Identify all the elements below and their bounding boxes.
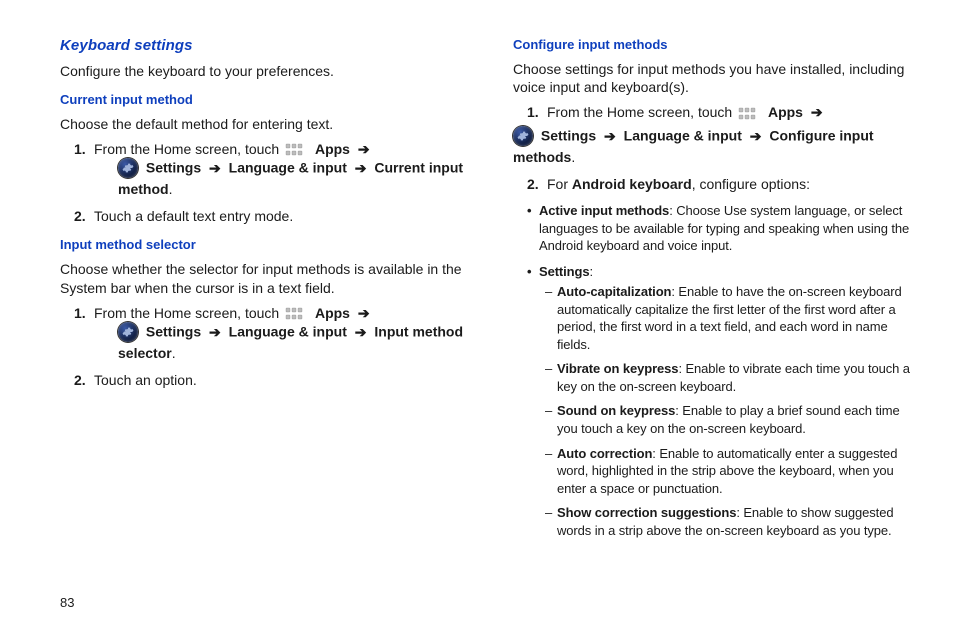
step-text: From the Home screen, touch xyxy=(94,305,283,321)
bold-text: Android keyboard xyxy=(572,176,692,192)
apps-icon xyxy=(285,307,307,321)
list-item: Active input methods: Choose Use system … xyxy=(527,202,918,255)
arrow-icon: ➔ xyxy=(209,160,221,176)
step-item: Touch a default text entry mode. xyxy=(74,207,465,226)
step-continuation: Settings ➔ Language & input ➔ Current in… xyxy=(118,158,465,199)
steps-list: From the Home screen, touch Apps ➔ Setti… xyxy=(60,304,465,391)
settings-label: Settings xyxy=(146,324,201,340)
section-intro: Configure the keyboard to your preferenc… xyxy=(60,62,465,81)
dash-list: Auto-capitalization: Enable to have the … xyxy=(539,283,918,539)
bullet-label: Settings xyxy=(539,264,589,279)
settings-label: Settings xyxy=(541,128,596,144)
subheading-intro: Choose whether the selector for input me… xyxy=(60,260,465,298)
period: . xyxy=(571,149,575,165)
gear-icon xyxy=(513,126,533,146)
arrow-icon: ➔ xyxy=(811,104,823,120)
apps-label: Apps xyxy=(315,305,350,321)
page-number: 83 xyxy=(60,594,74,612)
subheading-input-selector: Input method selector xyxy=(60,236,465,254)
step-text: Touch an option. xyxy=(94,372,197,388)
arrow-icon: ➔ xyxy=(355,160,367,176)
period: . xyxy=(172,345,176,361)
subheading-current-input: Current input method xyxy=(60,91,465,109)
step-item: From the Home screen, touch Apps ➔ Setti… xyxy=(74,140,465,200)
path-segment: Language & input xyxy=(624,128,742,144)
settings-label: Settings xyxy=(146,160,201,176)
subheading-intro: Choose settings for input methods you ha… xyxy=(513,60,918,98)
step-item: From the Home screen, touch Apps ➔ Setti… xyxy=(74,304,465,364)
step-text: From the Home screen, touch xyxy=(547,104,736,120)
arrow-icon: ➔ xyxy=(358,141,370,157)
dash-label: Auto correction xyxy=(557,446,652,461)
apps-icon xyxy=(738,107,760,121)
steps-list: From the Home screen, touch Apps ➔ Setti… xyxy=(60,140,465,227)
list-item: Auto correction: Enable to automatically… xyxy=(545,445,918,498)
list-item: Vibrate on keypress: Enable to vibrate e… xyxy=(545,360,918,395)
gear-icon xyxy=(118,158,138,178)
list-item: Settings: Auto-capitalization: Enable to… xyxy=(527,263,918,540)
dash-label: Sound on keypress xyxy=(557,403,675,418)
dash-label: Show correction suggestions xyxy=(557,505,736,520)
step-text: From the Home screen, touch xyxy=(94,141,283,157)
step-item: For Android keyboard, configure options: xyxy=(527,175,918,194)
list-item: Show correction suggestions: Enable to s… xyxy=(545,504,918,539)
apps-label: Apps xyxy=(768,104,803,120)
manual-page: Keyboard settings Configure the keyboard… xyxy=(0,0,954,636)
step-text: Touch a default text entry mode. xyxy=(94,208,293,224)
apps-label: Apps xyxy=(315,141,350,157)
dash-label: Vibrate on keypress xyxy=(557,361,678,376)
left-column: Keyboard settings Configure the keyboard… xyxy=(60,36,465,547)
arrow-icon: ➔ xyxy=(358,305,370,321)
step-text: For xyxy=(547,176,572,192)
arrow-icon: ➔ xyxy=(355,324,367,340)
path-segment: Language & input xyxy=(229,160,347,176)
list-item: Sound on keypress: Enable to play a brie… xyxy=(545,402,918,437)
bullet-label: Active input methods xyxy=(539,203,669,218)
bullet-list: Active input methods: Choose Use system … xyxy=(513,202,918,539)
apps-icon xyxy=(285,143,307,157)
arrow-icon: ➔ xyxy=(604,128,616,144)
step-item: From the Home screen, touch Apps ➔ Setti… xyxy=(527,103,918,167)
path-segment: Language & input xyxy=(229,324,347,340)
right-column: Configure input methods Choose settings … xyxy=(513,36,918,547)
arrow-icon: ➔ xyxy=(750,128,762,144)
period: . xyxy=(169,181,173,197)
gear-icon xyxy=(118,322,138,342)
step-continuation: Settings ➔ Language & input ➔ Configure … xyxy=(513,126,918,167)
arrow-icon: ➔ xyxy=(209,324,221,340)
step-item: Touch an option. xyxy=(74,371,465,390)
subheading-configure: Configure input methods xyxy=(513,36,918,54)
step-text: , configure options: xyxy=(692,176,810,192)
section-heading: Keyboard settings xyxy=(60,36,465,56)
dash-label: Auto-capitalization xyxy=(557,284,671,299)
step-continuation: Settings ➔ Language & input ➔ Input meth… xyxy=(118,322,465,363)
steps-list: From the Home screen, touch Apps ➔ Setti… xyxy=(513,103,918,194)
subheading-intro: Choose the default method for entering t… xyxy=(60,115,465,134)
bullet-text: : xyxy=(589,264,593,279)
columns: Keyboard settings Configure the keyboard… xyxy=(60,36,918,547)
list-item: Auto-capitalization: Enable to have the … xyxy=(545,283,918,353)
